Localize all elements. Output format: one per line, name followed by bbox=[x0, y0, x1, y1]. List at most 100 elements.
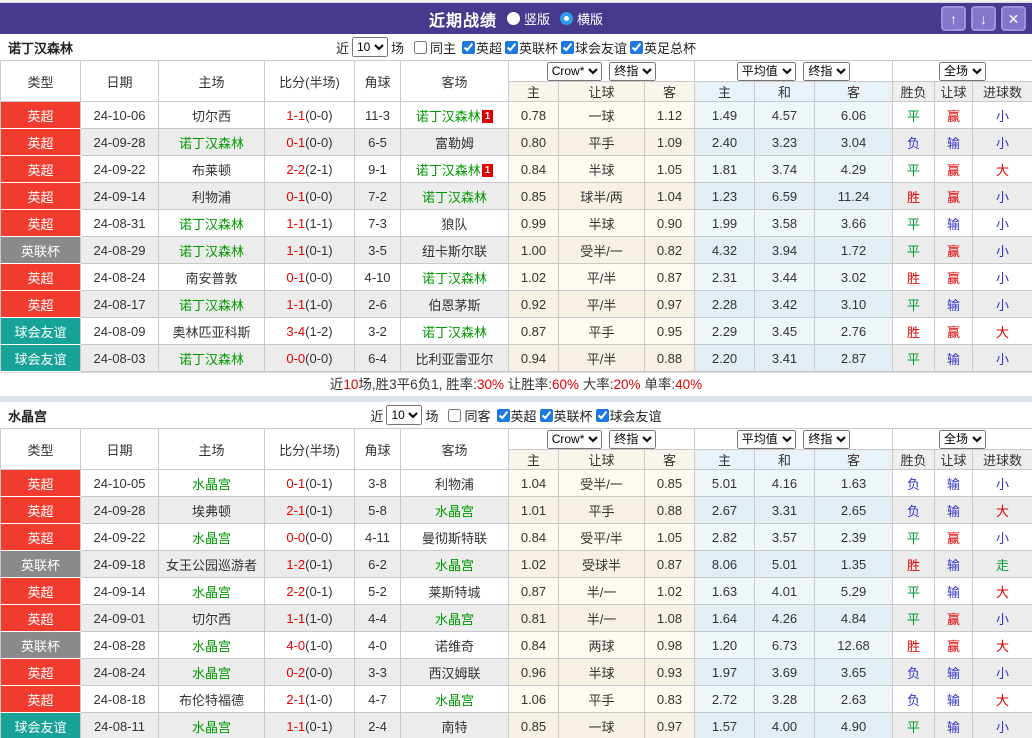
corner-stat: 4-10 bbox=[354, 263, 401, 291]
avg-final-select[interactable]: 终指 bbox=[803, 429, 851, 449]
league-filter-2[interactable]: 英联杯 bbox=[502, 38, 558, 57]
same-venue-filter[interactable]: 同主 bbox=[411, 38, 456, 57]
league-checkbox[interactable] bbox=[496, 408, 510, 422]
fulltime-score: 2-2 bbox=[286, 583, 306, 599]
match-row: 英超 24-10-06 切尔西 1-1(0-0) 11-3 诺丁汉森林 1 0.78 一球 1.1… bbox=[0, 101, 1032, 129]
layout-vertical-option[interactable]: 竖版 bbox=[506, 9, 550, 28]
odds-value: 平手 bbox=[558, 496, 645, 524]
col-odds-home: 主 bbox=[508, 81, 559, 102]
col-avg-draw: 和 bbox=[754, 449, 816, 470]
league-filters: 英超 英联杯 球会友谊 英足总杯 bbox=[459, 38, 696, 57]
result-value: 平 bbox=[892, 523, 936, 551]
summary-segment: 大率: bbox=[579, 377, 614, 392]
avg-value: 3.23 bbox=[754, 128, 816, 156]
halftime-score: (0-0) bbox=[305, 529, 333, 545]
league-checkbox[interactable] bbox=[561, 40, 575, 54]
league-checkbox[interactable] bbox=[461, 40, 475, 54]
title-group: 近期战绩 竖版 横版 bbox=[429, 7, 603, 31]
avg-value: 11.24 bbox=[814, 182, 894, 210]
odds-value: 1.01 bbox=[508, 496, 559, 524]
home-team-name: 埃弗顿 bbox=[191, 503, 231, 519]
league-filter-2[interactable]: 英联杯 bbox=[537, 406, 593, 425]
match-count-select[interactable]: 10 bbox=[386, 405, 423, 425]
league-filter-1[interactable]: 英超 bbox=[494, 406, 537, 425]
avg-select[interactable]: 平均值 bbox=[736, 429, 796, 449]
avg-value: 3.44 bbox=[754, 263, 816, 291]
odds-value: 0.87 bbox=[643, 550, 696, 578]
scope-select[interactable]: 全场 bbox=[939, 429, 987, 449]
same-venue-checkbox[interactable] bbox=[413, 40, 427, 54]
result-value: 输 bbox=[934, 577, 974, 605]
avg-select[interactable]: 平均值 bbox=[736, 61, 796, 81]
odds-final-select[interactable]: 终指 bbox=[609, 429, 657, 449]
team-section-palace: 水晶宫 近 10 场 同客 英超 英联杯 球会友谊 类型 日期 主场 比分(半场… bbox=[0, 402, 1032, 738]
odds-value: 1.08 bbox=[643, 604, 696, 632]
league-filter-1[interactable]: 英超 bbox=[459, 38, 502, 57]
league-label: 英足总杯 bbox=[644, 40, 697, 56]
home-team-name: 南安普敦 bbox=[185, 270, 238, 286]
corner-stat: 11-3 bbox=[354, 101, 401, 129]
odds-value: 0.81 bbox=[508, 604, 559, 632]
unit-label: 场 bbox=[390, 40, 404, 56]
avg-final-select[interactable]: 终指 bbox=[803, 61, 851, 81]
avg-value: 4.90 bbox=[814, 712, 894, 738]
away-team: 莱斯特城 bbox=[400, 577, 509, 605]
filter-row: 诺丁汉森林 近 10 场 同主 英超 英联杯 球会友谊 英足总杯 bbox=[0, 34, 1032, 60]
move-down-button[interactable]: ↓ bbox=[971, 6, 996, 31]
col-date: 日期 bbox=[80, 60, 159, 102]
away-team-name: 水晶宫 bbox=[434, 611, 474, 627]
close-button[interactable]: ✕ bbox=[1001, 6, 1026, 31]
match-date: 24-09-28 bbox=[80, 128, 159, 156]
summary-line: 近10场,胜3平6负1, 胜率:30% 让胜率:60% 大率:20% 单率:40… bbox=[0, 372, 1032, 396]
scope-select[interactable]: 全场 bbox=[939, 61, 987, 81]
result-value: 赢 bbox=[934, 631, 974, 659]
avg-value: 3.04 bbox=[814, 128, 894, 156]
corner-stat: 9-1 bbox=[354, 155, 401, 183]
league-checkbox[interactable] bbox=[595, 408, 609, 422]
same-venue-checkbox[interactable] bbox=[448, 408, 462, 422]
home-team: 南安普敦 bbox=[158, 263, 265, 291]
fulltime-score: 0-1 bbox=[286, 269, 306, 285]
result-value: 胜 bbox=[892, 317, 936, 345]
home-team-name: 女王公园巡游者 bbox=[165, 557, 257, 573]
league-filter-4[interactable]: 英足总杯 bbox=[627, 38, 696, 57]
match-type-badge: 英超 bbox=[0, 182, 81, 210]
odds-provider-select[interactable]: Crow* bbox=[546, 429, 602, 449]
league-filter-3[interactable]: 球会友谊 bbox=[558, 38, 627, 57]
match-date: 24-08-11 bbox=[80, 712, 159, 738]
avg-value: 4.57 bbox=[754, 101, 816, 129]
avg-value: 1.63 bbox=[814, 469, 894, 497]
result-value: 小 bbox=[972, 236, 1032, 264]
away-team-name: 曼彻斯特联 bbox=[421, 530, 487, 546]
league-label: 球会友谊 bbox=[609, 408, 662, 424]
same-venue-filter[interactable]: 同客 bbox=[445, 406, 491, 425]
scope-select-cell: 全场 bbox=[892, 60, 1032, 82]
filter-controls: 近 10 场 同客 英超 英联杯 球会友谊 bbox=[370, 405, 662, 425]
match-type-badge: 英联杯 bbox=[0, 631, 81, 659]
match-type-badge: 英超 bbox=[0, 469, 81, 497]
odds-value: 1.02 bbox=[508, 263, 559, 291]
move-up-button[interactable]: ↑ bbox=[941, 6, 966, 31]
halftime-score: (0-1) bbox=[305, 242, 333, 258]
col-odds-away: 客 bbox=[643, 81, 696, 102]
match-row: 英超 24-08-17 诺丁汉森林 1-1(1-0) 2-6 伯恩茅斯 0.92 平/半 0.9… bbox=[0, 290, 1032, 318]
league-checkbox[interactable] bbox=[505, 40, 518, 54]
odds-provider-select[interactable]: Crow* bbox=[546, 61, 602, 81]
league-checkbox[interactable] bbox=[630, 40, 644, 54]
match-type-badge: 英超 bbox=[0, 209, 81, 237]
col-type: 类型 bbox=[0, 60, 81, 102]
odds-value: 平手 bbox=[558, 685, 645, 713]
odds-final-select[interactable]: 终指 bbox=[609, 61, 657, 81]
match-type-badge: 英超 bbox=[0, 101, 81, 129]
avg-value: 2.72 bbox=[694, 685, 756, 713]
odds-value: 1.04 bbox=[643, 182, 696, 210]
radio-unselected-icon bbox=[560, 12, 573, 25]
league-filter-3[interactable]: 球会友谊 bbox=[593, 406, 662, 425]
layout-horizontal-option[interactable]: 横版 bbox=[560, 9, 603, 28]
league-checkbox[interactable] bbox=[539, 408, 553, 422]
match-row: 英超 24-09-14 水晶宫 2-2(0-1) 5-2 莱斯特城 0.87 半/一 1.02 1… bbox=[0, 577, 1032, 605]
red-card-count: 1 bbox=[481, 163, 494, 177]
away-team-name: 诺丁汉森林 bbox=[421, 324, 487, 340]
odds-value: 半球 bbox=[558, 155, 645, 183]
match-count-select[interactable]: 10 bbox=[351, 37, 388, 57]
